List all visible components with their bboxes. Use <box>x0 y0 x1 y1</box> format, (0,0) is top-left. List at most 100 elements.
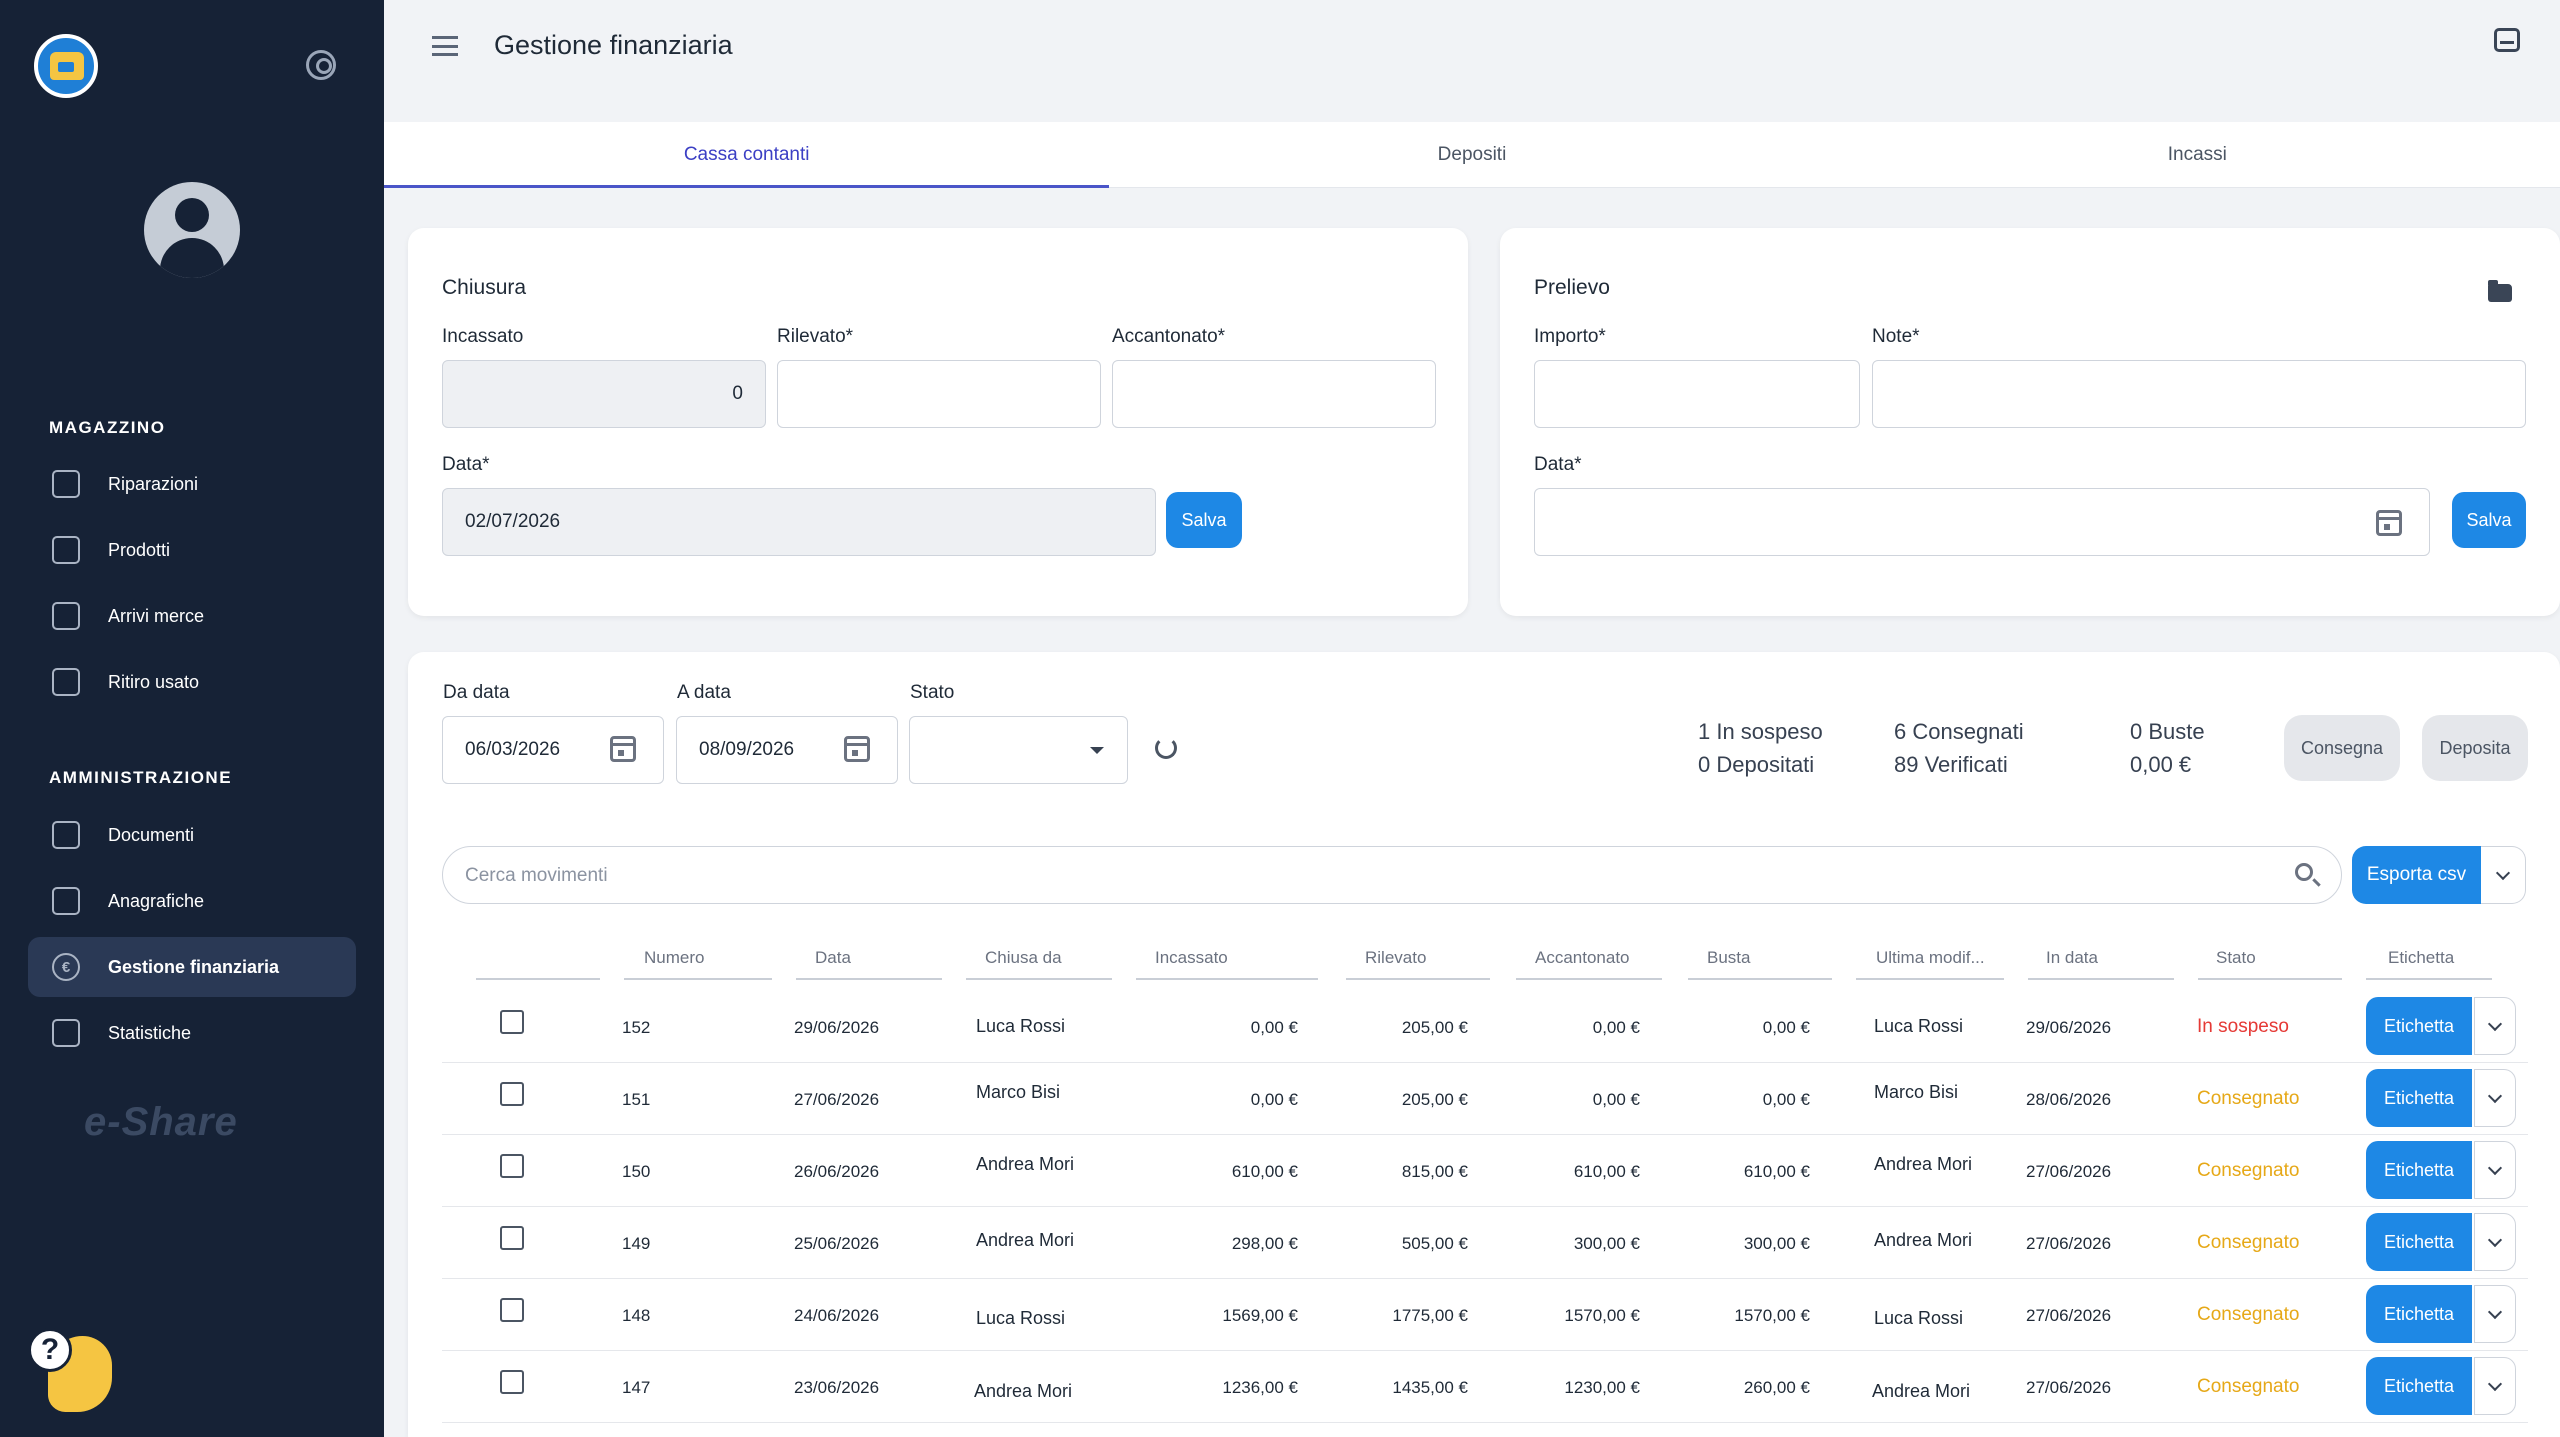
note-field[interactable] <box>1872 360 2526 428</box>
etichetta-button[interactable]: Etichetta <box>2366 1357 2472 1415</box>
toolbox-icon <box>52 470 80 498</box>
etichetta-options-toggle[interactable] <box>2474 1213 2516 1271</box>
deposita-button[interactable]: Deposita <box>2422 715 2528 781</box>
row-checkbox[interactable] <box>500 1154 524 1178</box>
calendar-icon[interactable] <box>844 736 870 762</box>
col-busta[interactable]: Busta <box>1707 948 1750 968</box>
chiusura-card: Chiusura Incassato 0 Rilevato* Accantona… <box>408 228 1468 616</box>
help-button[interactable]: ? <box>28 1328 112 1412</box>
sidebar-item-arrivi-merce[interactable]: Arrivi merce <box>28 586 356 646</box>
consegna-button[interactable]: Consegna <box>2284 715 2400 781</box>
col-data[interactable]: Data <box>815 948 851 968</box>
data-label: Data* <box>1534 454 1582 475</box>
calendar-icon[interactable] <box>2376 510 2402 536</box>
sidebar-item-riparazioni[interactable]: Riparazioni <box>28 454 356 514</box>
sidebar-item-statistiche[interactable]: Statistiche <box>28 1003 356 1063</box>
cell-data: 27/06/2026 <box>794 1090 880 1109</box>
chevron-down-icon <box>2487 1160 2503 1175</box>
tab-cassa-contanti[interactable]: Cassa contanti <box>384 122 1110 188</box>
etichetta-button[interactable]: Etichetta <box>2366 1213 2472 1271</box>
sidebar-item-gestione-finanziaria[interactable]: € Gestione finanziaria <box>28 937 356 997</box>
chevron-down-icon <box>2487 1376 2503 1391</box>
cell-numero: 151 <box>622 1090 651 1109</box>
prelievo-save-button[interactable]: Salva <box>2452 492 2526 548</box>
cell-in-data: 28/06/2026 <box>2026 1090 2112 1109</box>
col-accantonato[interactable]: Accantonato <box>1535 948 1630 968</box>
status-badge: Consegnato <box>2197 1304 2300 1325</box>
cell-rilevato: 505,00 € <box>1401 1234 1468 1253</box>
col-numero[interactable]: Numero <box>644 948 704 968</box>
col-incassato[interactable]: Incassato <box>1155 948 1228 968</box>
row-divider <box>442 1350 2528 1351</box>
row-checkbox[interactable] <box>500 1226 524 1250</box>
row-checkbox[interactable] <box>500 1082 524 1106</box>
col-in-data[interactable]: In data <box>2046 948 2098 968</box>
cell-chiusa-da: Luca Rossi <box>976 1016 1066 1036</box>
importo-field[interactable] <box>1534 360 1860 428</box>
etichetta-options-toggle[interactable] <box>2474 1357 2516 1415</box>
app-logo[interactable] <box>34 34 98 98</box>
etichetta-options-toggle[interactable] <box>2474 997 2516 1055</box>
export-options-toggle[interactable] <box>2481 846 2526 904</box>
cell-numero: 147 <box>622 1378 651 1397</box>
chiusura-date-field[interactable]: 02/07/2026 <box>442 488 1156 556</box>
rilevato-field[interactable] <box>777 360 1101 428</box>
sidebar-item-prodotti[interactable]: Prodotti <box>28 520 356 580</box>
user-settings-icon[interactable] <box>306 50 336 80</box>
row-divider <box>442 1206 2528 1207</box>
avatar[interactable] <box>144 182 240 278</box>
stat-buste: 0 Buste <box>2130 719 2205 744</box>
chiusura-save-button[interactable]: Salva <box>1166 492 1242 548</box>
incassato-label: Incassato <box>442 326 524 347</box>
col-ultima-modifica[interactable]: Ultima modif... <box>1876 948 1985 968</box>
export-csv-button[interactable]: Esporta csv <box>2352 846 2481 904</box>
document-icon <box>52 821 80 849</box>
menu-icon[interactable] <box>432 36 458 56</box>
row-checkbox[interactable] <box>500 1010 524 1034</box>
inbox-icon[interactable] <box>2494 28 2520 52</box>
cell-accantonato: 610,00 € <box>1573 1162 1640 1181</box>
search-icon[interactable] <box>2295 863 2313 881</box>
col-etichetta[interactable]: Etichetta <box>2388 948 2454 968</box>
box-icon <box>52 536 80 564</box>
sidebar-item-documenti[interactable]: Documenti <box>28 805 356 865</box>
stat-in-sospeso: 1 In sospeso <box>1698 719 1823 744</box>
prelievo-date-field[interactable] <box>1534 488 2430 556</box>
refresh-icon[interactable] <box>1155 737 1177 759</box>
sidebar-item-anagrafiche[interactable]: Anagrafiche <box>28 871 356 931</box>
status-badge: Consegnato <box>2197 1088 2300 1109</box>
folder-icon[interactable] <box>2488 280 2512 302</box>
rilevato-label: Rilevato* <box>777 326 854 347</box>
col-chiusa-da[interactable]: Chiusa da <box>985 948 1062 968</box>
etichetta-options-toggle[interactable] <box>2474 1141 2516 1199</box>
header-divider <box>476 978 600 980</box>
cell-incassato: 298,00 € <box>1231 1234 1298 1253</box>
etichetta-options-toggle[interactable] <box>2474 1285 2516 1343</box>
header-divider <box>1516 978 1662 980</box>
cell-chiusa-da: Luca Rossi <box>976 1308 1066 1328</box>
row-checkbox[interactable] <box>500 1370 524 1394</box>
cell-ultima-modifica: Luca Rossi <box>1874 1308 1964 1328</box>
row-checkbox[interactable] <box>500 1298 524 1322</box>
tab-incassi[interactable]: Incassi <box>1835 122 2560 187</box>
etichetta-button[interactable]: Etichetta <box>2366 997 2472 1055</box>
cell-incassato: 610,00 € <box>1231 1162 1298 1181</box>
col-rilevato[interactable]: Rilevato <box>1365 948 1426 968</box>
etichetta-button[interactable]: Etichetta <box>2366 1069 2472 1127</box>
cell-chiusa-da: Andrea Mori <box>974 1381 1073 1401</box>
cell-rilevato: 205,00 € <box>1401 1090 1468 1109</box>
bar-chart-icon <box>52 1019 80 1047</box>
cell-data: 26/06/2026 <box>794 1162 880 1181</box>
calendar-icon[interactable] <box>610 736 636 762</box>
etichetta-button[interactable]: Etichetta <box>2366 1141 2472 1199</box>
sidebar-item-ritiro-usato[interactable]: Ritiro usato <box>28 652 356 712</box>
search-input[interactable]: Cerca movimenti <box>442 846 2342 904</box>
cell-data: 23/06/2026 <box>794 1378 880 1397</box>
accantonato-field[interactable] <box>1112 360 1436 428</box>
col-stato[interactable]: Stato <box>2216 948 2256 968</box>
tab-depositi[interactable]: Depositi <box>1109 122 1834 187</box>
etichetta-options-toggle[interactable] <box>2474 1069 2516 1127</box>
etichetta-button[interactable]: Etichetta <box>2366 1285 2472 1343</box>
cell-accantonato: 0,00 € <box>1592 1090 1640 1109</box>
cell-busta: 300,00 € <box>1743 1234 1810 1253</box>
